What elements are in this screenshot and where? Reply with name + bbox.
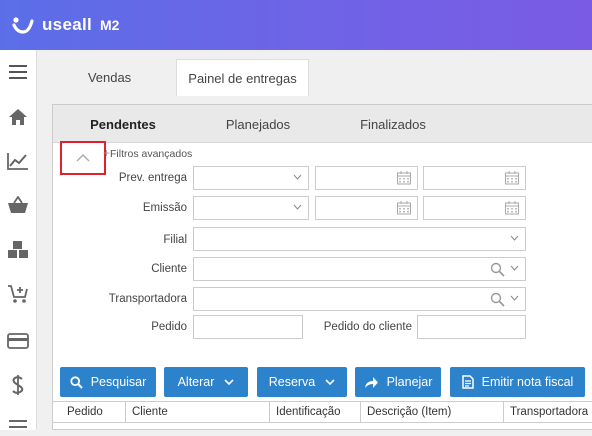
emissao-end-date[interactable] xyxy=(423,196,526,220)
reserva-button[interactable]: Reserva xyxy=(257,367,347,397)
reserva-label: Reserva xyxy=(268,375,316,389)
tab-painel-de-entregas[interactable]: Painel de entregas xyxy=(176,59,309,96)
pedido-label: Pedido xyxy=(151,321,187,333)
calendar-icon xyxy=(505,201,519,215)
column-header-identificacao[interactable]: Identificação xyxy=(270,402,361,422)
pedido-cliente-label: Pedido do cliente xyxy=(323,321,412,333)
column-header-descricao[interactable]: Descrição (Item) xyxy=(361,402,504,422)
transportadora-lookup[interactable] xyxy=(193,287,526,311)
pesquisar-button[interactable]: Pesquisar xyxy=(60,367,156,397)
calendar-icon xyxy=(505,171,519,185)
subtab-finalizados[interactable]: Finalizados xyxy=(343,105,443,143)
chevron-down-icon xyxy=(325,379,335,385)
chevron-down-icon xyxy=(224,379,234,385)
planejar-label: Planejar xyxy=(386,375,433,389)
expand-plus-icon: + xyxy=(103,146,111,160)
status-subtab-bar: Pendentes Planejados Finalizados xyxy=(53,105,592,143)
pesquisar-label: Pesquisar xyxy=(90,375,147,389)
main-tab-bar: Vendas Painel de entregas xyxy=(37,50,592,96)
filial-label: Filial xyxy=(163,234,187,246)
chevron-up-icon xyxy=(76,154,90,162)
search-icon[interactable] xyxy=(490,292,505,307)
pedido-input[interactable] xyxy=(193,315,303,339)
chevron-down-icon xyxy=(293,204,302,210)
document-icon xyxy=(461,375,474,389)
transportadora-label: Transportadora xyxy=(108,293,187,305)
delivery-panel: Pendentes Planejados Finalizados + Filtr… xyxy=(52,104,592,430)
column-header-transportadora[interactable]: Transportadora xyxy=(504,402,592,422)
column-header-pedido[interactable]: Pedido xyxy=(61,402,126,422)
list-icon[interactable] xyxy=(7,414,29,436)
cart-add-icon[interactable] xyxy=(7,283,29,305)
boxes-icon[interactable] xyxy=(7,239,29,261)
prev-entrega-select[interactable] xyxy=(193,166,309,190)
column-header-cliente[interactable]: Cliente xyxy=(126,402,270,422)
top-bar: useall M2 xyxy=(0,0,592,50)
subtab-pendentes[interactable]: Pendentes xyxy=(73,105,173,143)
filters-collapse-toggle[interactable] xyxy=(60,141,106,175)
filial-select[interactable] xyxy=(193,227,526,251)
calendar-icon xyxy=(397,201,411,215)
alterar-label: Alterar xyxy=(177,375,215,389)
search-icon xyxy=(70,375,83,389)
pedido-cliente-input[interactable] xyxy=(417,315,526,339)
brand-name: useall xyxy=(42,15,92,34)
basket-icon[interactable] xyxy=(7,194,29,216)
subtab-planejados[interactable]: Planejados xyxy=(208,105,308,143)
useall-logo-icon[interactable] xyxy=(12,15,34,35)
chevron-down-icon xyxy=(510,295,519,301)
menu-icon[interactable] xyxy=(7,61,29,83)
chevron-down-icon xyxy=(510,265,519,271)
card-icon[interactable] xyxy=(7,330,29,352)
emissao-label: Emissão xyxy=(142,202,187,214)
deliveries-grid-header: Pedido Cliente Identificação Descrição (… xyxy=(53,401,592,423)
brand-version: M2 xyxy=(100,17,120,33)
chart-icon[interactable] xyxy=(7,150,29,172)
planejar-button[interactable]: Planejar xyxy=(355,367,441,397)
emitir-label: Emitir nota fiscal xyxy=(481,375,574,389)
chevron-down-icon xyxy=(293,174,302,180)
advanced-filters-label: Filtros avançados xyxy=(110,148,193,160)
dollar-icon[interactable] xyxy=(7,374,29,396)
emissao-select[interactable] xyxy=(193,196,309,220)
prev-entrega-end-date[interactable] xyxy=(423,166,526,190)
home-icon[interactable] xyxy=(7,106,29,128)
prev-entrega-label: Prev. entrega xyxy=(118,172,187,184)
share-arrow-icon xyxy=(364,376,378,388)
chevron-down-icon xyxy=(510,235,519,241)
cliente-lookup[interactable] xyxy=(193,257,526,281)
sidebar xyxy=(0,50,37,430)
tab-vendas[interactable]: Vendas xyxy=(52,59,167,96)
alterar-button[interactable]: Alterar xyxy=(164,367,248,397)
search-icon[interactable] xyxy=(490,262,505,277)
emissao-start-date[interactable] xyxy=(315,196,418,220)
calendar-icon xyxy=(397,171,411,185)
cliente-label: Cliente xyxy=(151,263,187,275)
prev-entrega-start-date[interactable] xyxy=(315,166,418,190)
emitir-nota-fiscal-button[interactable]: Emitir nota fiscal xyxy=(450,367,585,397)
